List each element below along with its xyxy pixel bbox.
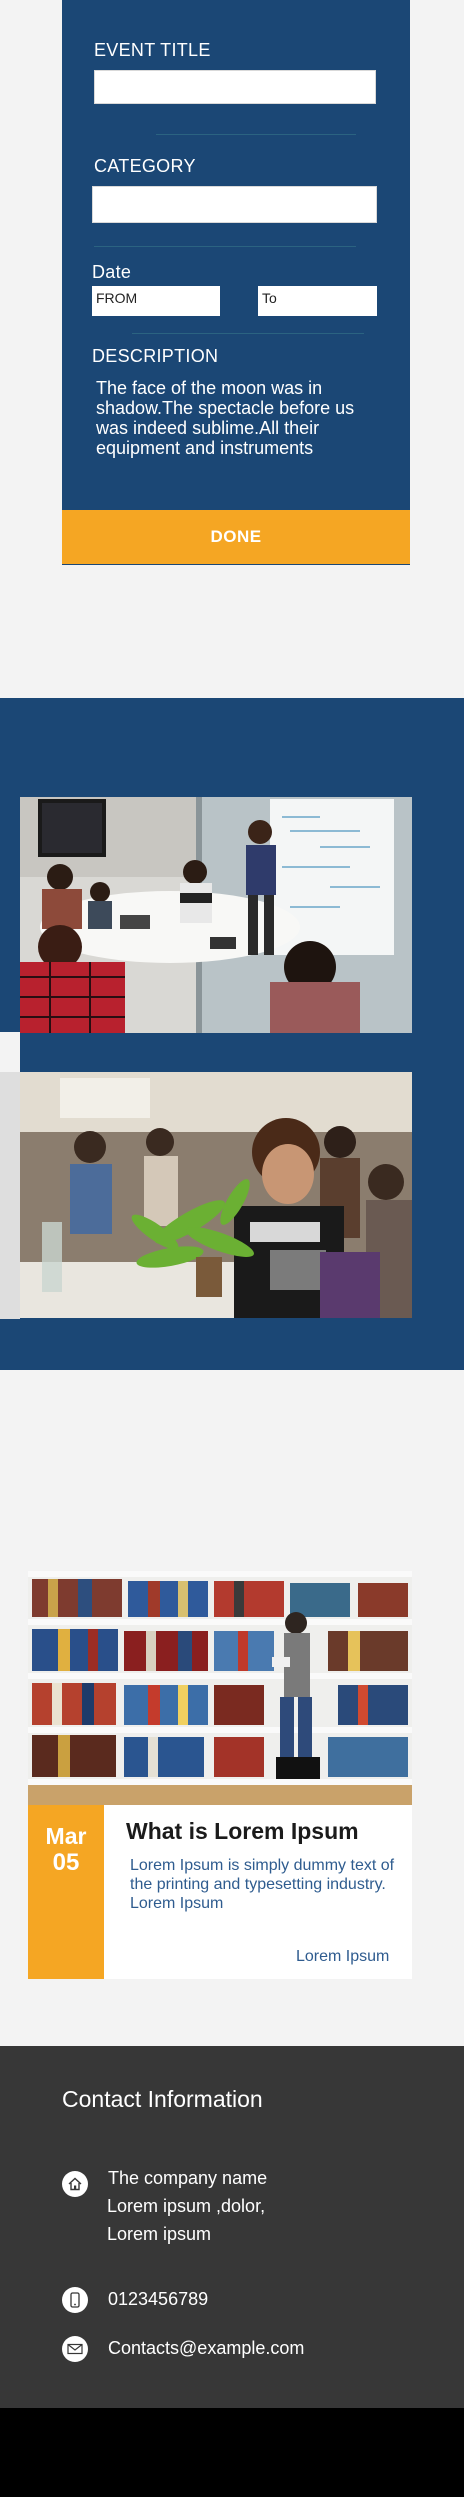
event-title-label: EVENT TITLE [94,40,211,60]
address-line: Lorem ipsum [107,2224,212,2244]
date-month: Mar [45,1823,87,1849]
form-divider [94,246,356,247]
student-photo [20,1072,412,1318]
meeting-photo [20,797,412,1033]
category-label: CATEGORY [94,156,196,176]
library-photo [28,1571,412,1805]
phone-number[interactable]: 0123456789 [108,2285,208,2313]
envelope-icon [62,2336,88,2362]
date-label: Date [92,262,132,282]
blog-title[interactable]: What is Lorem Ipsum [126,1818,359,1845]
done-button[interactable]: DONE [62,510,410,564]
date-day: 05 [52,1849,80,1876]
date-badge: Mar 05 [28,1805,104,1979]
contact-title: Contact Information [62,2086,263,2112]
gallery-edge-strip [0,1032,20,1073]
date-from-input[interactable]: FROM [92,286,220,316]
blog-read-more-link[interactable]: Lorem Ipsum [296,1948,389,1966]
form-divider [156,134,356,135]
home-icon [62,2171,88,2197]
description-textarea[interactable]: The face of the moon was in shadow.The s… [96,378,378,458]
description-label: DESCRIPTION [92,346,219,366]
address-line: Lorem ipsum ,dolor, [107,2196,266,2216]
category-input[interactable] [92,186,377,223]
event-title-input[interactable] [94,70,376,104]
email-address[interactable]: Contacts@example.com [108,2334,304,2362]
footer-bar [0,2408,464,2497]
date-to-input[interactable]: To [258,286,377,316]
phone-icon [62,2287,88,2313]
address-line: The company name [108,2168,268,2188]
blog-excerpt: Lorem Ipsum is simply dummy text of the … [130,1857,395,1912]
gallery-edge-strip [0,1072,20,1319]
form-divider [132,333,364,334]
